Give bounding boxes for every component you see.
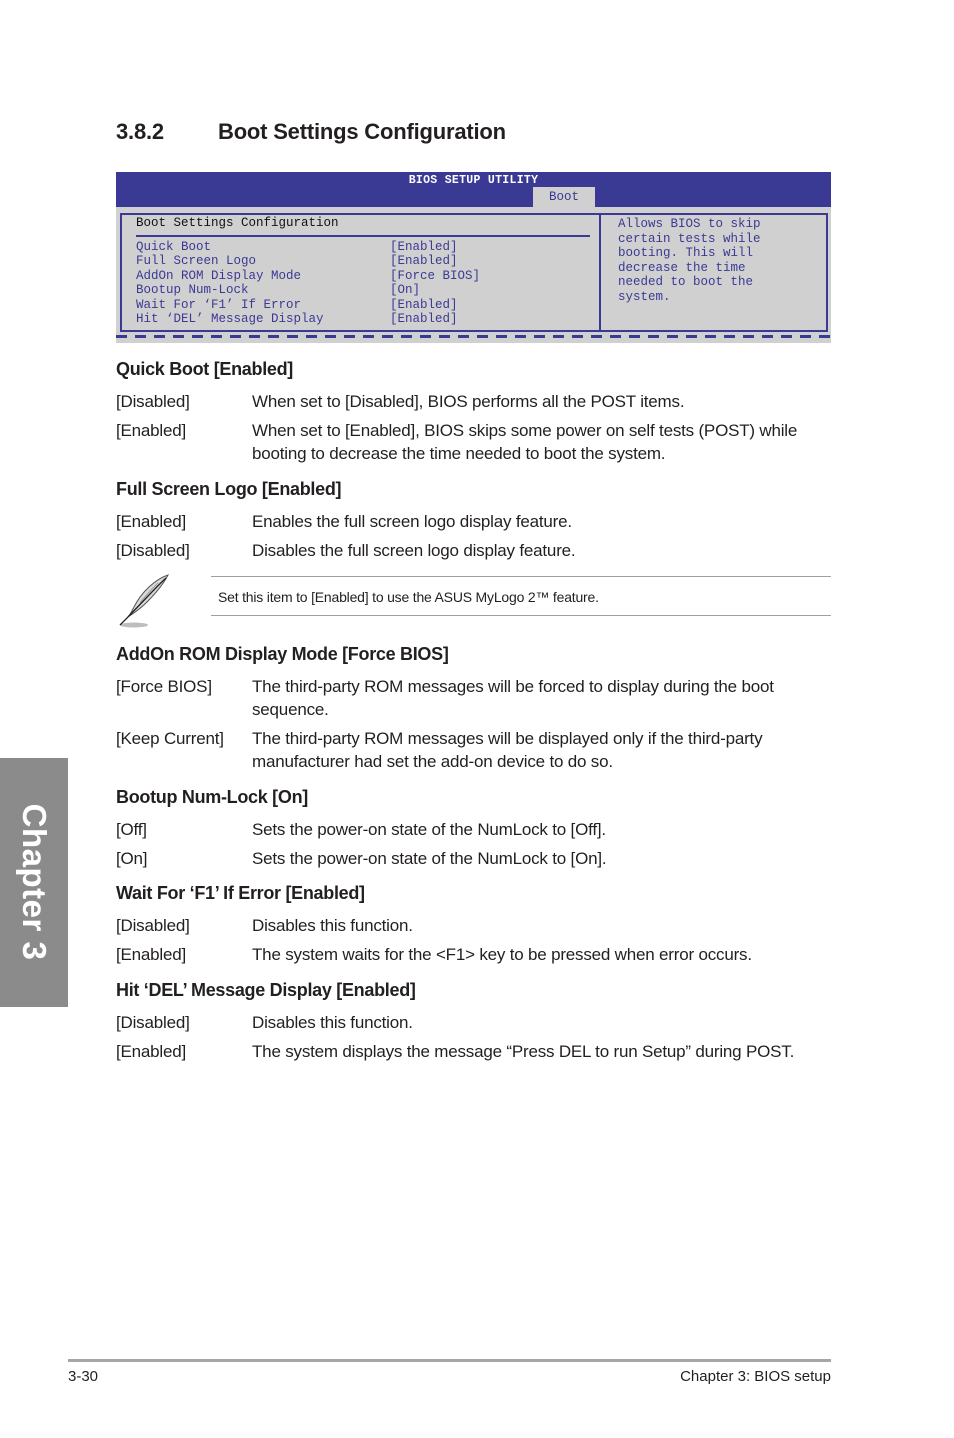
option-row: [Disabled] Disables this function.: [116, 914, 836, 937]
bios-item-label: Hit ‘DEL’ Message Display: [136, 311, 324, 326]
note-box: Set this item to [Enabled] to use the AS…: [211, 576, 831, 616]
setting-title: Wait For ‘F1’ If Error [Enabled]: [116, 883, 365, 903]
bios-item-value: [Force BIOS]: [390, 268, 481, 283]
bios-panel-rule: [136, 235, 590, 237]
option-key: [Enabled]: [116, 945, 187, 964]
setting-wait-for-f1: Wait For ‘F1’ If Error [Enabled] [Disabl…: [116, 883, 836, 972]
bios-item-label: AddOn ROM Display Mode: [136, 268, 302, 283]
setting-title: Full Screen Logo [Enabled]: [116, 479, 342, 499]
bios-item-label: Wait For ‘F1’ If Error: [136, 297, 302, 312]
chapter-tab-label: Chapter 3: [16, 803, 53, 961]
option-key: [Enabled]: [116, 421, 187, 440]
option-key: [Disabled]: [116, 916, 190, 935]
option-key: [Keep Current]: [116, 729, 224, 748]
bios-tab-boot: Boot: [533, 187, 595, 207]
option-desc: Sets the power-on state of the NumLock t…: [252, 820, 606, 839]
option-key: [Disabled]: [116, 392, 190, 411]
setting-title: AddOn ROM Display Mode [Force BIOS]: [116, 644, 449, 664]
option-row: [On] Sets the power-on state of the NumLo…: [116, 847, 836, 870]
option-desc: Enables the full screen logo display fea…: [252, 512, 572, 531]
option-row: [Enabled] The system waits for the <F1> k…: [116, 943, 836, 966]
bios-item-list: Quick Boot [Enabled] Full Screen Logo [Ena…: [136, 240, 480, 326]
option-desc: Disables this function.: [252, 916, 413, 935]
feather-pen-icon: [116, 573, 172, 629]
section-title: 3.8.2 Boot Settings Configuration: [116, 119, 506, 145]
option-desc: Disables this function.: [252, 1013, 413, 1032]
option-key: [On]: [116, 849, 148, 868]
option-key: [Enabled]: [116, 1042, 187, 1061]
option-key: [Disabled]: [116, 1013, 190, 1032]
setting-full-screen-logo: Full Screen Logo [Enabled] [Enabled] Enab…: [116, 479, 836, 568]
bios-item: Bootup Num-Lock [On]: [136, 283, 480, 297]
option-row: [Enabled] The system displays the message…: [116, 1040, 836, 1063]
page-number: 3-30: [68, 1368, 99, 1385]
bios-header: BIOS SETUP UTILITY Boot: [116, 172, 831, 207]
bios-item-value: [Enabled]: [390, 297, 458, 312]
setting-hit-del-message: Hit ‘DEL’ Message Display [Enabled] [Dis…: [116, 980, 836, 1069]
option-row: [Disabled] Disables the full screen logo …: [116, 539, 836, 562]
footer-chapter: Chapter 3: BIOS setup: [680, 1368, 831, 1385]
bios-item-value: [Enabled]: [390, 254, 458, 269]
bios-item: Quick Boot [Enabled]: [136, 240, 480, 254]
bios-item-value: [On]: [390, 283, 421, 298]
note-callout: Set this item to [Enabled] to use the AS…: [116, 573, 831, 629]
bios-panel-divider: [599, 215, 601, 330]
option-row: [Disabled] Disables this function.: [116, 1011, 836, 1034]
option-key: [Disabled]: [116, 541, 190, 560]
bios-help-text: Allows BIOS to skip certain tests while …: [618, 217, 761, 304]
option-desc: The system displays the message “Press D…: [252, 1042, 795, 1061]
bios-item-value: [Enabled]: [390, 311, 458, 326]
bios-item: Hit ‘DEL’ Message Display [Enabled]: [136, 312, 480, 326]
option-row: [Enabled] Enables the full screen logo di…: [116, 510, 836, 533]
bios-dashed-edge: [116, 335, 831, 338]
setting-title: Bootup Num-Lock [On]: [116, 787, 308, 807]
bios-item-label: Full Screen Logo: [136, 254, 257, 269]
option-key: [Force BIOS]: [116, 677, 212, 696]
bios-item: AddOn ROM Display Mode [Force BIOS]: [136, 269, 480, 283]
option-key: [Off]: [116, 820, 147, 839]
bios-frame: Boot Settings Configuration Quick Boot [E…: [120, 213, 828, 332]
setting-title: Hit ‘DEL’ Message Display [Enabled]: [116, 980, 416, 1000]
setting-title: Quick Boot [Enabled]: [116, 359, 294, 379]
option-desc: The system waits for the <F1> key to be …: [252, 945, 752, 964]
note-text: Set this item to [Enabled] to use the AS…: [218, 589, 599, 605]
bios-item-label: Quick Boot: [136, 240, 212, 254]
bios-title: BIOS SETUP UTILITY: [408, 174, 539, 187]
setting-quick-boot: Quick Boot [Enabled] [Disabled] When set …: [116, 359, 836, 471]
option-desc: Disables the full screen logo display fe…: [252, 541, 576, 560]
setting-bootup-num-lock: Bootup Num-Lock [On] [Off] Sets the power…: [116, 787, 836, 876]
option-row: [Force BIOS] The third-party ROM messages…: [116, 675, 836, 721]
bios-item-value: [Enabled]: [390, 240, 458, 254]
bios-item: Full Screen Logo [Enabled]: [136, 254, 480, 268]
option-desc: When set to [Enabled], BIOS skips some p…: [252, 421, 798, 463]
option-row: [Off] Sets the power-on state of the NumL…: [116, 818, 836, 841]
setting-addon-rom-display-mode: AddOn ROM Display Mode [Force BIOS] [For…: [116, 644, 836, 779]
option-key: [Enabled]: [116, 512, 187, 531]
bios-screenshot: BIOS SETUP UTILITY Boot Boot Settings Co…: [116, 172, 831, 343]
bios-item: Wait For ‘F1’ If Error [Enabled]: [136, 298, 480, 312]
bios-item-label: Bootup Num-Lock: [136, 283, 249, 298]
option-desc: The third-party ROM messages will be for…: [252, 677, 774, 719]
footer-rule: [68, 1359, 831, 1362]
option-row: [Enabled] When set to [Enabled], BIOS ski…: [116, 419, 836, 465]
option-row: [Keep Current] The third-party ROM messag…: [116, 727, 836, 773]
chapter-tab: Chapter 3: [0, 758, 68, 1007]
section-title-text: Boot Settings Configuration: [218, 119, 506, 144]
bios-panel-title: Boot Settings Configuration: [136, 216, 339, 230]
option-desc: Sets the power-on state of the NumLock t…: [252, 849, 607, 868]
option-desc: When set to [Disabled], BIOS performs al…: [252, 392, 685, 411]
option-row: [Disabled] When set to [Disabled], BIOS p…: [116, 390, 836, 413]
option-desc: The third-party ROM messages will be dis…: [252, 729, 763, 771]
section-number: 3.8.2: [116, 119, 164, 144]
